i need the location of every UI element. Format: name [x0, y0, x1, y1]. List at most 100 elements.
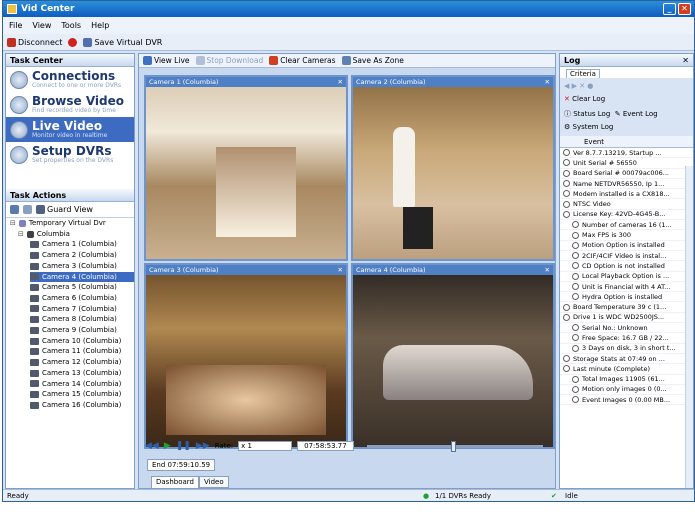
menu-tools[interactable]: Tools [61, 21, 81, 30]
task-live-video[interactable]: Live Video Monitor video in realtime [6, 117, 134, 142]
rate-select[interactable]: x 1 [238, 441, 293, 451]
tree-camera[interactable]: Camera 10 (Columbia) [30, 336, 134, 347]
log-row[interactable]: Board Temperature 39 c (1... [560, 302, 693, 313]
tree-camera[interactable]: Camera 2 (Columbia) [30, 250, 134, 261]
log-row[interactable]: Local Playback Option is ... [560, 272, 693, 282]
video-tile-3[interactable]: Camera 3 (Columbia) ✕ [144, 263, 348, 449]
log-row[interactable]: CD Option is not installed [560, 261, 693, 272]
log-row[interactable]: Motion only images 0 (0... [560, 385, 693, 396]
menu-help[interactable]: Help [91, 21, 109, 30]
time-slider[interactable] [366, 440, 543, 452]
log-row[interactable]: Drive 1 is WDC WD2500JS... [560, 313, 693, 324]
tree-camera[interactable]: Camera 9 (Columbia) [30, 325, 134, 336]
pin-icon[interactable]: ✕ [682, 56, 689, 65]
log-row[interactable]: Unit is Financial with 4 AT... [560, 282, 693, 293]
log-row[interactable]: Motion Option is installed [560, 241, 693, 251]
close-icon[interactable]: ✕ [338, 77, 343, 87]
tree-camera[interactable]: Camera 3 (Columbia) [30, 261, 134, 272]
task-setup-dvrs[interactable]: Setup DVRs Set properties on the DVRs [6, 142, 134, 167]
tab-video[interactable]: Video [198, 476, 229, 488]
log-row[interactable]: Ver 8.7.7.13219, Startup ... [560, 148, 693, 159]
info-icon [563, 210, 570, 218]
tree-camera[interactable]: Camera 13 (Columbia) [30, 368, 134, 379]
system-log-button[interactable]: ⚙ System Log [564, 121, 689, 134]
stop-icon[interactable] [68, 37, 78, 47]
view-live-button[interactable]: View Live [143, 56, 190, 65]
status-log-button[interactable]: ⓘ Status Log [564, 110, 610, 118]
tree-camera[interactable]: Camera 1 (Columbia) [30, 239, 134, 250]
clear-log-button[interactable]: ✕ Clear Log [564, 93, 689, 106]
close-icon[interactable]: ✕ [545, 77, 550, 87]
video-tile-2[interactable]: Camera 2 (Columbia) ✕ [351, 75, 555, 261]
log-row[interactable]: Max FPS is 300 [560, 230, 693, 241]
tree-camera[interactable]: Camera 6 (Columbia) [30, 293, 134, 304]
log-tools: ◀ ▶ ✕ ● ✕ Clear Log ⓘ Status Log ✎ Event… [560, 78, 693, 136]
log-row[interactable]: Unit Serial # 56550 [560, 158, 693, 169]
video-tile-1[interactable]: Camera 1 (Columbia) ✕ [144, 75, 348, 261]
save-as-zone-button[interactable]: Save As Zone [341, 56, 404, 65]
disconnect-icon [7, 37, 16, 47]
log-row[interactable]: Board Serial # 00079ac006... [560, 169, 693, 179]
pause-icon[interactable]: ❚❚ [176, 441, 191, 451]
minimize-button[interactable]: _ [663, 3, 676, 15]
log-row[interactable]: License Key: 42VD-4G45-B... [560, 210, 693, 221]
menu-bar: File View Tools Help [3, 17, 694, 34]
slider-thumb[interactable] [451, 440, 457, 452]
log-row[interactable]: Last minute (Complete) [560, 364, 693, 375]
tree-icon[interactable] [10, 205, 19, 214]
tree-camera[interactable]: Camera 12 (Columbia) [30, 357, 134, 368]
camera-icon [30, 241, 39, 249]
log-row[interactable]: NTSC Video [560, 199, 693, 210]
log-row[interactable]: 2CIF/4CIF Video is instal... [560, 251, 693, 262]
save-virtual-dvr-button[interactable]: Save Virtual DVR [83, 37, 162, 47]
tree-camera[interactable]: Camera 11 (Columbia) [30, 346, 134, 357]
tree-camera[interactable]: Camera 4 (Columbia) [30, 271, 134, 283]
video-tile-4[interactable]: Camera 4 (Columbia) ✕ [351, 263, 555, 449]
menu-file[interactable]: File [9, 21, 22, 30]
guard-view-button[interactable]: Guard View [36, 205, 93, 214]
tree-camera[interactable]: Camera 7 (Columbia) [30, 304, 134, 315]
tree-camera[interactable]: Camera 5 (Columbia) [30, 282, 134, 293]
tab-dashboard[interactable]: Dashboard [151, 476, 199, 488]
log-row[interactable]: 3 Days on disk, 3 in short t... [560, 344, 693, 354]
log-row[interactable]: Modem installed is a CX818... [560, 189, 693, 200]
fast-forward-icon[interactable]: ▶▶ [196, 441, 210, 451]
tree-camera[interactable]: Camera 14 (Columbia) [30, 379, 134, 390]
clear-cameras-button[interactable]: Clear Cameras [269, 56, 336, 65]
close-icon[interactable]: ✕ [545, 265, 550, 275]
task-actions-header: Task Actions [6, 189, 134, 202]
log-row[interactable]: Event Images 0 (0.00 MB... [560, 395, 693, 406]
tree-camera[interactable]: Camera 16 (Columbia) [30, 400, 134, 411]
log-row[interactable]: Storage Stats at 07:49 on ... [560, 354, 693, 365]
event-log-button[interactable]: ✎ Event Log [615, 110, 658, 118]
camera-icon [30, 262, 39, 270]
time-field[interactable]: 07:58:53.77 [297, 441, 354, 451]
log-row[interactable]: Hydra Option is installed [560, 292, 693, 303]
log-row[interactable]: Free Space: 16.7 GB / 22... [560, 333, 693, 344]
close-icon[interactable]: ✕ [338, 265, 343, 275]
disconnect-button[interactable]: Disconnect [7, 37, 62, 47]
info-icon [563, 190, 570, 198]
log-row[interactable]: Total Images 11905 (61... [560, 375, 693, 385]
log-row[interactable]: Name NETDVR56550, Ip 1... [560, 179, 693, 190]
main-window: Vid Center _ ✕ File View Tools Help Disc… [2, 0, 695, 502]
criteria-tab[interactable]: Criteria [560, 67, 693, 78]
info-icon [572, 272, 579, 280]
task-browse-video[interactable]: Browse Video Find recorded video by time [6, 92, 134, 117]
play-icon[interactable]: ▶ [164, 441, 171, 451]
tree-camera[interactable]: Camera 8 (Columbia) [30, 314, 134, 325]
menu-view[interactable]: View [32, 21, 51, 30]
tree-root[interactable]: ⊟ Temporary Virtual Dvr [10, 218, 134, 229]
tree-camera[interactable]: Camera 15 (Columbia) [30, 389, 134, 400]
log-scrollbar[interactable] [685, 166, 693, 488]
log-row[interactable]: Number of cameras 16 (1... [560, 220, 693, 231]
task-connections[interactable]: Connections Connect to one or more DVRs [6, 67, 134, 92]
close-button[interactable]: ✕ [678, 3, 691, 15]
stop-download-button[interactable]: Stop Download [195, 56, 263, 65]
event-column-header[interactable]: Event [560, 136, 693, 148]
tree-site[interactable]: ⊟ Columbia [10, 229, 134, 240]
rewind-icon[interactable]: ◀◀ [145, 441, 159, 451]
video-scene [216, 147, 296, 237]
log-row[interactable]: Serial No.: Unknown [560, 323, 693, 334]
grid-icon[interactable] [23, 205, 32, 214]
